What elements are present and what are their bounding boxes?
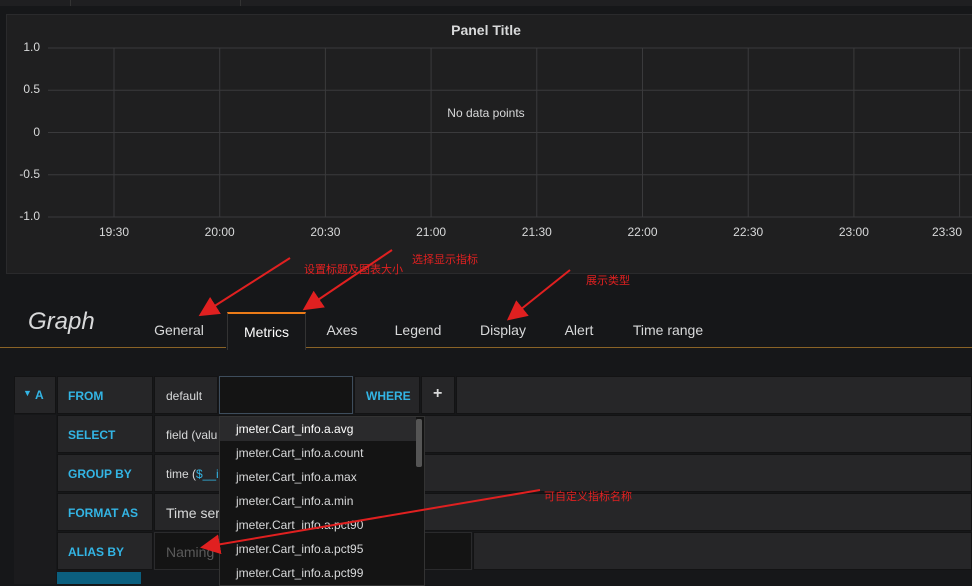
arrow-alias [200,489,541,555]
arrow-display [506,269,571,321]
arrow-general [198,257,291,317]
annotation-display: 展示类型 [586,275,630,287]
annotation-metrics: 选择显示指标 [412,254,478,266]
annotation-general: 设置标题及图表大小 [304,264,403,276]
arrow-metrics [302,249,393,311]
annotation-alias: 可自定义指标名称 [544,491,632,503]
annotation-arrows [198,249,571,555]
